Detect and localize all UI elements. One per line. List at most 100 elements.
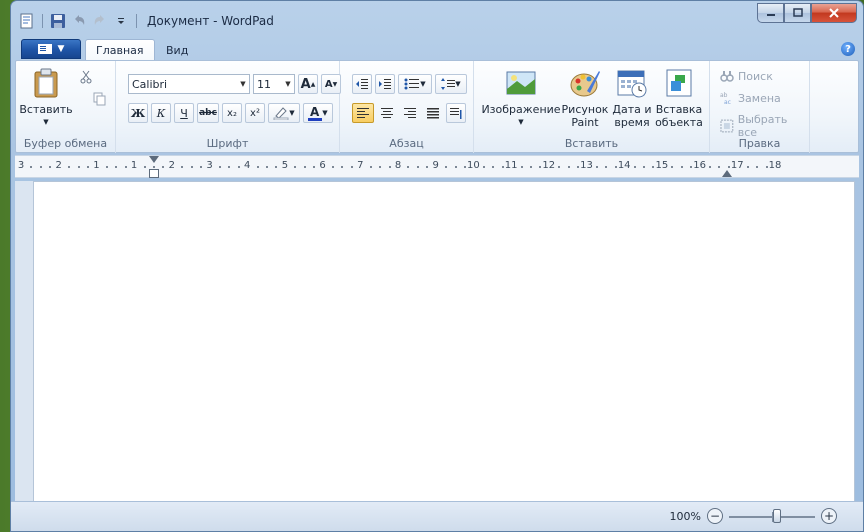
ruler-number: 10 [467, 160, 480, 171]
close-button[interactable] [811, 3, 857, 23]
zoom-out-button[interactable]: − [707, 508, 723, 524]
application-menu-button[interactable]: ▼ [21, 39, 81, 59]
justify-icon[interactable] [423, 103, 443, 123]
underline-button[interactable]: Ч [174, 103, 194, 123]
ruler-tick [633, 166, 636, 168]
ruler-tick [341, 166, 344, 168]
font-name-value: Calibri [132, 77, 168, 91]
ruler-number: 5 [281, 160, 289, 171]
paint-drawing-button[interactable]: Рисунок Paint [560, 67, 610, 129]
increase-indent-icon[interactable] [375, 74, 395, 94]
ruler-tick [727, 166, 730, 168]
ruler-tick [266, 166, 269, 168]
ruler-tick [39, 166, 42, 168]
decrease-indent-icon[interactable] [352, 74, 372, 94]
ruler-number: 3 [17, 160, 25, 171]
ruler-tick [492, 166, 495, 168]
paragraph-settings-icon[interactable] [446, 103, 466, 123]
insert-image-button[interactable]: Изображение ▼ [481, 67, 561, 129]
chevron-down-icon: ▼ [455, 80, 461, 88]
clipboard-group-label: Буфер обмена [23, 137, 108, 150]
align-center-icon[interactable] [377, 103, 397, 123]
customize-qat-icon[interactable] [113, 13, 129, 29]
minimize-button[interactable] [757, 3, 784, 23]
wordpad-window: Документ - WordPad ▼ Главная Вид ? Встав… [10, 0, 864, 532]
ruler-tick [228, 166, 231, 168]
ruler-tick [313, 166, 316, 168]
ruler-tick [303, 166, 306, 168]
find-button[interactable]: Поиск [720, 69, 773, 83]
subscript-button[interactable]: x₂ [222, 103, 242, 123]
chevron-down-icon: ▼ [322, 109, 328, 117]
ruler[interactable]: 3 2 1 1 2 3 4 5 6 7 8 9 10 11 12 13 14 15 16 17 18 [15, 155, 859, 178]
zoom-slider-thumb[interactable] [773, 509, 781, 523]
ruler-tick [275, 166, 278, 168]
paste-button[interactable]: Вставить ▼ [19, 67, 73, 129]
bullets-button[interactable]: ▼ [398, 74, 432, 94]
redo-icon[interactable] [92, 13, 108, 29]
ruler-tick [332, 166, 335, 168]
superscript-button[interactable]: x² [245, 103, 265, 123]
wordpad-app-icon[interactable] [19, 13, 35, 29]
font-row-1: Calibri ▼ 11 ▼ A ▲ A ▼ [128, 74, 341, 94]
select-all-button[interactable]: Выбрать все [720, 113, 809, 139]
ruler-number: 1 [130, 160, 138, 171]
separator [136, 14, 137, 28]
paste-label: Вставить [19, 103, 73, 116]
cut-icon[interactable] [76, 67, 96, 87]
select-all-label: Выбрать все [737, 113, 788, 139]
shrink-font-label: A [324, 78, 333, 90]
font-size-combo[interactable]: 11 ▼ [253, 74, 295, 94]
tab-view[interactable]: Вид [156, 39, 198, 61]
help-icon[interactable]: ? [841, 42, 855, 56]
paragraph-row-1: ▼ ▼ [352, 74, 467, 94]
object-label-line-2: объекта [655, 116, 703, 129]
replace-icon: abac [720, 92, 731, 105]
right-indent-marker[interactable] [722, 170, 732, 177]
object-icon [666, 69, 692, 97]
ruler-number: 12 [542, 160, 556, 171]
tab-home[interactable]: Главная [85, 39, 155, 61]
ruler-number: 8 [394, 160, 402, 171]
chevron-down-icon: ▼ [240, 80, 246, 88]
maximize-button[interactable] [784, 3, 811, 23]
line-spacing-button[interactable]: ▼ [435, 74, 467, 94]
align-right-icon[interactable] [400, 103, 420, 123]
font-name-combo[interactable]: Calibri ▼ [128, 74, 250, 94]
calendar-clock-icon [617, 70, 647, 98]
align-left-icon[interactable] [352, 103, 374, 123]
ruler-tick [237, 166, 240, 168]
paint-label-line-2: Paint [571, 116, 599, 129]
font-color-button[interactable]: A ▼ [303, 103, 333, 123]
ruler-tick [463, 166, 466, 168]
ruler-tick [690, 166, 693, 168]
bold-button[interactable]: Ж [128, 103, 148, 123]
ruler-tick [558, 166, 561, 168]
ruler-tick [426, 166, 429, 168]
copy-icon[interactable] [90, 89, 110, 109]
shrink-font-button[interactable]: A ▼ [321, 74, 341, 94]
date-time-button[interactable]: Дата и время [612, 67, 652, 129]
save-icon[interactable] [50, 13, 66, 29]
insert-group: Изображение ▼ Рисунок Paint Дата и время… [474, 61, 710, 153]
grow-font-button[interactable]: A ▲ [298, 74, 318, 94]
replace-label: Замена [738, 91, 781, 105]
document-editor[interactable] [33, 181, 855, 503]
italic-button[interactable]: К [151, 103, 171, 123]
strikethrough-button[interactable]: abc [197, 103, 219, 123]
left-indent-marker[interactable] [149, 169, 159, 178]
undo-icon[interactable] [71, 13, 87, 29]
grow-font-label: A [300, 76, 311, 92]
ruler-number: 3 [206, 160, 213, 171]
insert-object-button[interactable]: Вставка объекта [654, 67, 704, 129]
highlighter-icon [273, 107, 289, 120]
first-line-indent-marker[interactable] [149, 156, 159, 163]
zoom-level: 100% [669, 510, 701, 523]
ruler-tick [445, 166, 448, 168]
replace-button[interactable]: ab ac Замена [720, 91, 781, 106]
zoom-in-button[interactable]: + [821, 508, 837, 524]
ruler-number: 6 [319, 160, 326, 171]
ruler-tick [756, 166, 759, 168]
ruler-tick [520, 166, 523, 168]
highlight-color-button[interactable]: ▼ [268, 103, 300, 123]
